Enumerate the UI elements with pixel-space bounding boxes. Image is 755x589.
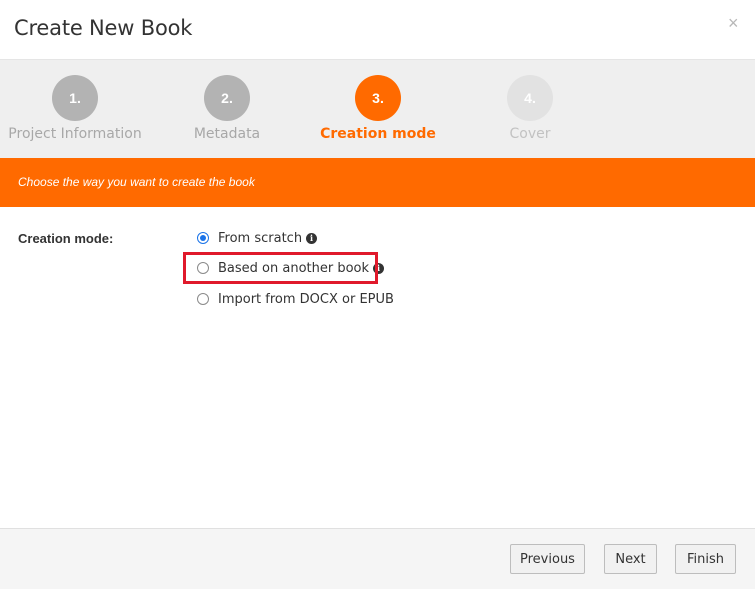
dialog-header: Create New Book ×: [0, 0, 755, 60]
dialog-footer: Previous Next Finish: [0, 528, 755, 589]
option-label: From scratch: [218, 230, 303, 246]
option-based-on-another-book[interactable]: Based on another book i: [197, 258, 385, 278]
radio-based-on-another-book[interactable]: [197, 262, 209, 274]
option-label: Import from DOCX or EPUB: [218, 291, 394, 307]
option-label: Based on another book: [218, 260, 370, 276]
option-from-scratch[interactable]: From scratch i: [197, 228, 318, 248]
step-cover: 4. Cover: [455, 60, 605, 158]
finish-button[interactable]: Finish: [675, 544, 736, 574]
info-icon[interactable]: i: [306, 232, 318, 244]
step-number-badge: 1.: [52, 75, 98, 121]
radio-import-docx-epub[interactable]: [197, 293, 209, 305]
previous-button[interactable]: Previous: [510, 544, 585, 574]
close-icon[interactable]: ×: [728, 14, 739, 32]
step-label: Project Information: [8, 126, 142, 142]
step-number-badge: 2.: [204, 75, 250, 121]
step-creation-mode: 3. Creation mode: [303, 60, 453, 158]
creation-mode-label: Creation mode:: [18, 231, 114, 246]
radio-from-scratch[interactable]: [197, 232, 209, 244]
instruction-text: Choose the way you want to create the bo…: [18, 175, 255, 189]
step-number-badge: 4.: [507, 75, 553, 121]
instruction-banner: Choose the way you want to create the bo…: [0, 158, 755, 207]
next-button[interactable]: Next: [604, 544, 657, 574]
dialog-title: Create New Book: [14, 16, 193, 40]
step-label: Cover: [509, 126, 551, 142]
info-icon[interactable]: i: [373, 262, 385, 274]
option-import-docx-epub[interactable]: Import from DOCX or EPUB: [197, 289, 394, 309]
step-project-information: 1. Project Information: [0, 60, 150, 158]
step-metadata: 2. Metadata: [152, 60, 302, 158]
step-label: Metadata: [193, 126, 261, 142]
step-label: Creation mode: [320, 126, 436, 142]
step-number-badge: 3.: [355, 75, 401, 121]
wizard-steps: 1. Project Information 2. Metadata 3. Cr…: [0, 60, 755, 158]
